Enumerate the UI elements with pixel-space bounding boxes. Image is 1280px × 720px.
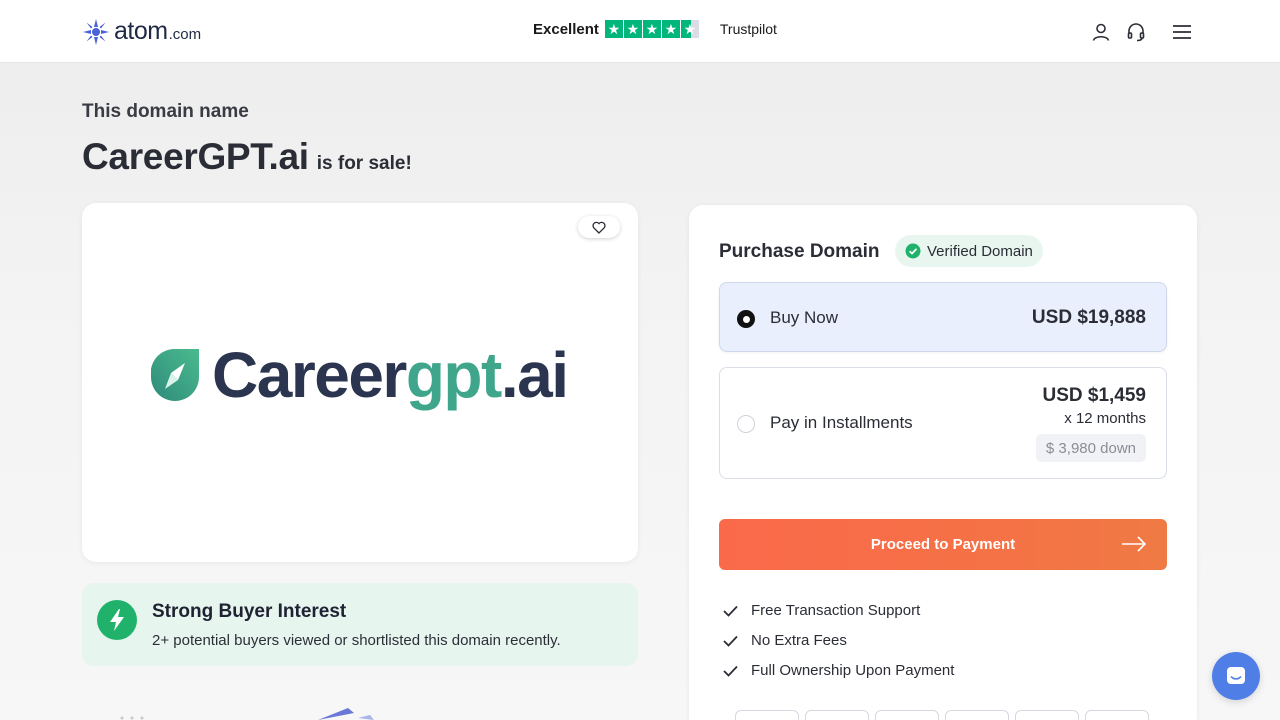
benefit-item: Full Ownership Upon Payment [723,662,954,679]
heart-icon [592,221,606,234]
verified-domain-badge: Verified Domain [895,235,1043,267]
verified-domain-label: Verified Domain [927,242,1033,260]
check-icon [723,635,738,647]
star-icon: ★ [642,20,661,38]
installments-label: Pay in Installments [770,413,913,432]
down-payment-badge: $ 3,980 down [1035,434,1146,462]
trustpilot-brand: Trustpilot [719,21,777,37]
purchase-title: Purchase Domain [719,241,880,262]
lightning-icon [97,600,137,640]
proceed-button-label: Proceed to Payment [870,536,1016,553]
buyer-interest-title: Strong Buyer Interest [152,601,347,622]
payment-method-logo [805,710,869,720]
purchase-domain-card: Purchase Domain Verified Domain Buy Now … [689,205,1197,720]
arrow-right-icon [1122,536,1147,552]
buy-now-price: USD $19,888 [1031,307,1146,328]
half-star-icon: ★ [680,20,699,38]
buy-now-label: Buy Now [770,308,839,327]
brand-text-tld: .ai [500,339,569,411]
user-icon[interactable] [1089,20,1113,44]
favorite-button[interactable] [578,216,620,238]
check-badge-icon [905,243,921,259]
brand-text-career: Career [212,339,407,411]
logo-wordmark: atom [114,17,168,45]
check-icon [723,605,738,617]
menu-icon[interactable] [1170,20,1194,44]
payment-method-logo [735,710,799,720]
trustpilot-rating[interactable]: Excellent ★ ★ ★ ★ ★ Trustpilot [533,20,777,38]
brand-text-gpt: gpt [405,339,503,411]
page-title: CareerGPT.ai is for sale! [82,136,412,178]
installments-radio[interactable] [737,415,755,433]
buy-now-radio[interactable] [737,310,755,328]
domain-brand-logo: Careergpt.ai [151,343,569,407]
for-sale-label: is for sale! [316,153,412,174]
payment-method-logo [875,710,939,720]
hero-eyebrow: This domain name [82,101,249,122]
benefit-item: Free Transaction Support [723,602,920,619]
installments-option[interactable]: Pay in Installments USD $1,459 x 12 mont… [719,367,1167,479]
atom-logo[interactable]: atom .com [82,17,201,46]
benefit-item: No Extra Fees [723,632,847,649]
star-icon: ★ [604,20,623,38]
top-navigation-bar: atom .com Excellent ★ ★ ★ ★ ★ Trustpilot [0,0,1280,63]
trustpilot-stars: ★ ★ ★ ★ ★ [604,20,700,38]
payment-method-logo [1015,710,1079,720]
domain-name: CareerGPT.ai [82,136,309,177]
logo-suffix: .com [168,26,202,43]
compass-logo-icon [151,349,199,401]
buyer-interest-subtitle: 2+ potential buyers viewed or shortliste… [152,632,561,649]
payment-method-logo [1085,710,1149,720]
check-icon [723,665,738,677]
trustpilot-rating-label: Excellent [533,20,599,38]
buy-now-option[interactable]: Buy Now USD $19,888 [719,282,1167,352]
payment-method-logo [945,710,1009,720]
buyer-interest-card: Strong Buyer Interest 2+ potential buyer… [82,583,638,666]
benefit-text: Full Ownership Upon Payment [751,662,955,679]
decorative-illustration [120,708,374,720]
star-icon: ★ [661,20,680,38]
chat-icon [1227,667,1245,684]
benefit-text: No Extra Fees [751,632,847,649]
proceed-to-payment-button[interactable]: Proceed to Payment [719,519,1167,570]
payment-methods-row [735,710,1155,720]
star-icon: ★ [623,20,642,38]
chat-launcher-button[interactable] [1212,652,1260,700]
benefit-text: Free Transaction Support [751,602,921,619]
installment-months: x 12 months [1064,410,1146,427]
atom-logo-icon [83,18,109,45]
domain-preview-card: Careergpt.ai [82,203,638,562]
headset-icon[interactable] [1124,20,1148,44]
installment-price: USD $1,459 [1042,385,1146,406]
